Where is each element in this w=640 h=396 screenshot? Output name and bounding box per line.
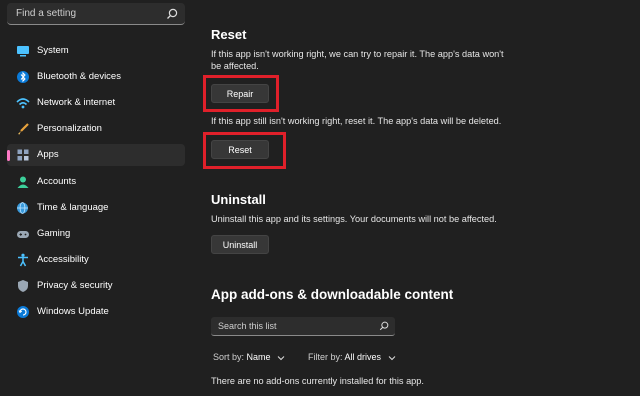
search-icon — [379, 321, 389, 331]
wifi-icon — [16, 98, 30, 109]
gamepad-icon — [17, 231, 29, 238]
search-icon — [167, 8, 178, 19]
sort-dropdown[interactable]: Sort by: Name — [213, 352, 285, 362]
sidebar-item-label: Accessibility — [37, 254, 89, 265]
sidebar-item-time-language[interactable]: Time & language — [7, 197, 185, 219]
uninstall-description: Uninstall this app and its settings. You… — [211, 214, 497, 224]
update-icon — [17, 306, 29, 318]
accessibility-icon — [18, 253, 28, 267]
addons-empty-message: There are no add-ons currently installed… — [211, 376, 424, 386]
addons-search-input[interactable]: Search this list — [211, 317, 395, 336]
chevron-down-icon — [277, 355, 285, 360]
main-content: Reset If this app isn't working right, w… — [192, 0, 640, 396]
find-setting-search[interactable]: Find a setting — [7, 3, 185, 25]
sidebar-item-label: Gaming — [37, 228, 71, 239]
sidebar-item-personalization[interactable]: Personalization — [7, 118, 185, 140]
sort-value: Name — [246, 352, 271, 362]
monitor-icon — [17, 46, 29, 57]
sidebar-item-label: Windows Update — [37, 306, 109, 317]
search-placeholder: Find a setting — [16, 8, 77, 19]
sidebar-item-windows-update[interactable]: Windows Update — [7, 301, 185, 323]
sidebar-item-gaming[interactable]: Gaming — [7, 223, 185, 245]
sidebar-item-label: Apps — [37, 149, 59, 160]
sidebar-item-label: Privacy & security — [37, 280, 113, 291]
reset-button[interactable]: Reset — [211, 140, 269, 159]
apps-icon — [17, 149, 29, 161]
person-icon — [17, 176, 29, 188]
bluetooth-icon — [17, 71, 29, 83]
sidebar-item-apps[interactable]: Apps — [7, 144, 185, 166]
uninstall-button[interactable]: Uninstall — [211, 235, 269, 254]
repair-button[interactable]: Repair — [211, 84, 269, 103]
brush-icon — [18, 123, 29, 135]
sidebar-item-label: Accounts — [37, 176, 77, 187]
reset-section-title: Reset — [211, 27, 247, 42]
sidebar-item-label: System — [37, 45, 69, 56]
sidebar-item-accounts[interactable]: Accounts — [7, 171, 185, 193]
addons-section-title: App add-ons & downloadable content — [211, 287, 454, 302]
filter-value: All drives — [344, 352, 382, 362]
repair-description: If this app isn't working right, we can … — [211, 49, 504, 71]
sidebar-item-label: Time & language — [37, 202, 109, 213]
sidebar-item-system[interactable]: System — [7, 40, 185, 62]
sidebar-item-network[interactable]: Network & internet — [7, 92, 185, 114]
sidebar-item-accessibility[interactable]: Accessibility — [7, 249, 185, 271]
sidebar-item-label: Personalization — [37, 123, 102, 134]
shield-icon — [18, 280, 28, 292]
sidebar-item-privacy[interactable]: Privacy & security — [7, 275, 185, 297]
sidebar-item-bluetooth[interactable]: Bluetooth & devices — [7, 66, 185, 88]
sidebar-item-label: Network & internet — [37, 97, 116, 108]
filter-label: Filter by: — [308, 352, 343, 362]
filter-dropdown[interactable]: Filter by: All drives — [308, 352, 396, 362]
sort-label: Sort by: — [213, 352, 245, 362]
search-placeholder: Search this list — [218, 321, 277, 331]
reset-description: If this app still isn't working right, r… — [211, 116, 502, 126]
uninstall-section-title: Uninstall — [211, 192, 266, 207]
chevron-down-icon — [388, 355, 395, 360]
sidebar-item-label: Bluetooth & devices — [37, 71, 121, 82]
sidebar: Find a setting System Bluetooth & device… — [0, 0, 192, 396]
globe-clock-icon — [17, 202, 28, 214]
selected-indicator — [7, 150, 10, 161]
